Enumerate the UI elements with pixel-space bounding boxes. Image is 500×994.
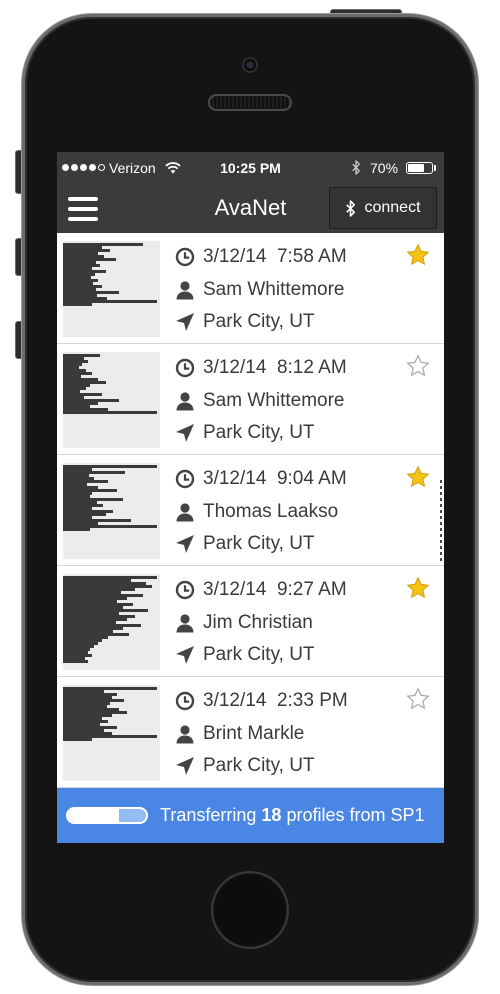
favorite-star-button[interactable] <box>406 576 430 600</box>
star-icon <box>406 465 430 488</box>
person-icon <box>175 724 195 744</box>
location-arrow-icon <box>175 756 195 776</box>
profile-observer: Jim Christian <box>203 612 313 633</box>
battery-icon <box>406 162 433 174</box>
profile-thumbnail <box>63 685 160 781</box>
profile-location: Park City, UT <box>203 311 315 332</box>
bluetooth-icon <box>351 160 361 175</box>
home-button <box>211 871 289 949</box>
transfer-progress-bar <box>66 807 148 824</box>
profile-observer: Thomas Laakso <box>203 501 339 522</box>
profile-row[interactable]: 3/12/14 9:27 AM Jim Christian Park City,… <box>57 566 444 677</box>
profile-layer-bar <box>63 738 93 741</box>
profile-layer-bar <box>63 303 93 306</box>
profile-location: Park City, UT <box>203 644 315 665</box>
location-arrow-icon <box>175 645 195 665</box>
battery-terminal <box>434 165 436 171</box>
transfer-status-bar: Transferring 18 profiles from SP1 <box>57 788 444 843</box>
front-camera <box>242 57 258 73</box>
clock-icon <box>175 247 195 267</box>
clock-icon <box>175 358 195 378</box>
profile-thumbnail <box>63 241 160 337</box>
connect-button[interactable]: connect <box>329 187 437 229</box>
favorite-star-button[interactable] <box>406 687 430 711</box>
profile-row[interactable]: 3/12/14 7:58 AM Sam Whittemore Park City… <box>57 233 444 344</box>
profile-date: 3/12/14 9:04 AM <box>203 468 347 489</box>
profile-location: Park City, UT <box>203 422 315 443</box>
favorite-star-button[interactable] <box>406 354 430 378</box>
clock-icon <box>175 469 195 489</box>
profile-date: 3/12/14 8:12 AM <box>203 357 347 378</box>
person-icon <box>175 502 195 522</box>
transfer-text-prefix: Transferring <box>160 805 257 825</box>
battery-percentage: 70% <box>370 160 399 176</box>
profile-date: 3/12/14 7:58 AM <box>203 246 347 267</box>
favorite-star-button[interactable] <box>406 243 430 267</box>
location-arrow-icon <box>175 534 195 554</box>
person-icon <box>175 613 195 633</box>
scroll-indicator[interactable] <box>440 480 442 562</box>
profile-list: 3/12/14 7:58 AM Sam Whittemore Park City… <box>57 233 444 788</box>
profile-thumbnail <box>63 574 160 670</box>
profile-row[interactable]: 3/12/14 9:04 AM Thomas Laakso Park City,… <box>57 455 444 566</box>
location-arrow-icon <box>175 312 195 332</box>
profile-thumbnail <box>63 352 160 448</box>
favorite-star-button[interactable] <box>406 465 430 489</box>
profile-layer-bar <box>63 411 158 414</box>
profile-observer: Sam Whittemore <box>203 390 345 411</box>
star-icon <box>406 576 430 599</box>
profile-thumbnail <box>63 463 160 559</box>
star-icon <box>406 687 430 710</box>
star-icon <box>406 243 430 266</box>
profile-observer: Sam Whittemore <box>203 279 345 300</box>
profile-observer: Brint Markle <box>203 723 305 744</box>
earpiece-speaker <box>208 94 292 111</box>
bluetooth-icon <box>345 199 356 217</box>
transfer-progress-fill <box>68 809 119 822</box>
profile-location: Park City, UT <box>203 533 315 554</box>
profile-layer-bar <box>63 660 89 663</box>
transfer-text-suffix: profiles from SP1 <box>286 805 425 825</box>
profile-row[interactable]: 3/12/14 8:12 AM Sam Whittemore Park City… <box>57 344 444 455</box>
profile-date: 3/12/14 9:27 AM <box>203 579 347 600</box>
transfer-status-text: Transferring 18 profiles from SP1 <box>160 788 425 843</box>
transfer-count: 18 <box>261 805 282 825</box>
status-bar: Verizon 10:25 PM 70% <box>57 152 444 183</box>
location-arrow-icon <box>175 423 195 443</box>
profile-layer-bar <box>63 528 91 531</box>
star-icon <box>406 354 430 377</box>
phone-screen: Verizon 10:25 PM 70% AvaNet connect 3/12… <box>57 152 444 843</box>
person-icon <box>175 280 195 300</box>
person-icon <box>175 391 195 411</box>
battery-level-fill <box>408 164 425 172</box>
clock-icon <box>175 580 195 600</box>
clock-icon <box>175 691 195 711</box>
profile-location: Park City, UT <box>203 755 315 776</box>
profile-date: 3/12/14 2:33 PM <box>203 690 348 711</box>
nav-bar: AvaNet connect <box>57 183 444 233</box>
connect-label: connect <box>364 199 421 216</box>
profile-row[interactable]: 3/12/14 2:33 PM Brint Markle Park City, … <box>57 677 444 788</box>
